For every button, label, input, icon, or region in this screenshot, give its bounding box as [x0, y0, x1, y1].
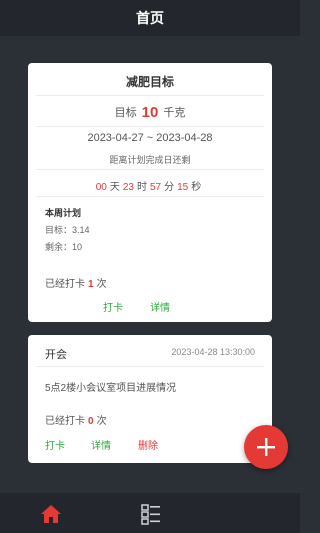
add-button[interactable] [244, 425, 288, 469]
countdown-minutes-unit: 分 [164, 182, 175, 193]
week-plan-title: 本周计划 [45, 208, 82, 218]
goal-checkin-button[interactable]: 打卡 [103, 299, 123, 314]
countdown-days: 00 [95, 182, 107, 193]
meeting-checkin-count: 已经打卡 0 次 [45, 412, 107, 427]
countdown-timer: 00 天 23 时 57 分 15 秒 [28, 178, 272, 193]
goal-detail-button[interactable]: 详情 [150, 299, 170, 314]
goal-checkin-prefix: 已经打卡 [45, 279, 85, 290]
goal-checkin-number: 1 [88, 279, 94, 290]
goal-title-divider [36, 95, 264, 96]
meeting-delete-button[interactable]: 删除 [138, 437, 158, 452]
meeting-title-divider [36, 366, 264, 367]
countdown-seconds-unit: 秒 [191, 182, 202, 193]
goal-target-value: 10 [141, 104, 159, 121]
list-icon [141, 504, 160, 525]
countdown-minutes: 57 [150, 182, 162, 193]
meeting-checkin-suffix: 次 [96, 416, 107, 427]
meeting-checkin-prefix: 已经打卡 [45, 416, 85, 427]
goal-checkin-count: 已经打卡 1 次 [45, 275, 107, 290]
week-plan-remaining: 剩余：10 [45, 242, 83, 252]
meeting-title: 开会 [45, 349, 67, 361]
plus-icon [257, 438, 275, 456]
goal-date-range: 2023-04-27 ~ 2023-04-28 [87, 132, 213, 144]
countdown-divider [36, 169, 264, 170]
goal-checkin-suffix: 次 [96, 279, 107, 290]
tab-home[interactable] [40, 503, 62, 525]
countdown-days-unit: 天 [109, 182, 120, 193]
countdown-hours-unit: 时 [137, 182, 147, 193]
week-plan-target: 目标：3.14 [45, 225, 90, 235]
meeting-checkin-button[interactable]: 打卡 [45, 437, 65, 452]
meeting-detail-button[interactable]: 详情 [91, 437, 111, 452]
meeting-description: 5点2楼小会议室项目进展情况 [45, 383, 177, 394]
countdown-seconds: 15 [177, 182, 189, 193]
goal-target-label: 目标 [114, 107, 137, 119]
goal-card[interactable]: 减肥目标 目标 10 千克 2023-04-27 ~ 2023-04-28 距离计划… [28, 63, 272, 322]
app-header: 首页 [0, 0, 300, 36]
goal-target-row: 目标 10 千克 [28, 104, 272, 121]
goal-title: 减肥目标 [125, 75, 174, 89]
home-icon [41, 505, 61, 523]
goal-target-divider [36, 126, 264, 127]
goal-target-unit: 千克 [163, 107, 186, 119]
bottom-tab-bar [0, 493, 300, 533]
meeting-checkin-number: 0 [88, 416, 94, 427]
page-title: 首页 [136, 10, 164, 26]
countdown-hours: 23 [122, 182, 134, 193]
tab-list[interactable] [140, 503, 162, 525]
meeting-datetime: 2023-04-28 13:30:00 [171, 347, 255, 357]
countdown-label: 距离计划完成日还剩 [109, 155, 191, 165]
meeting-card[interactable]: 开会 2023-04-28 13:30:00 5点2楼小会议室项目进展情况 已经… [28, 335, 272, 463]
week-plan-divider [36, 196, 264, 197]
